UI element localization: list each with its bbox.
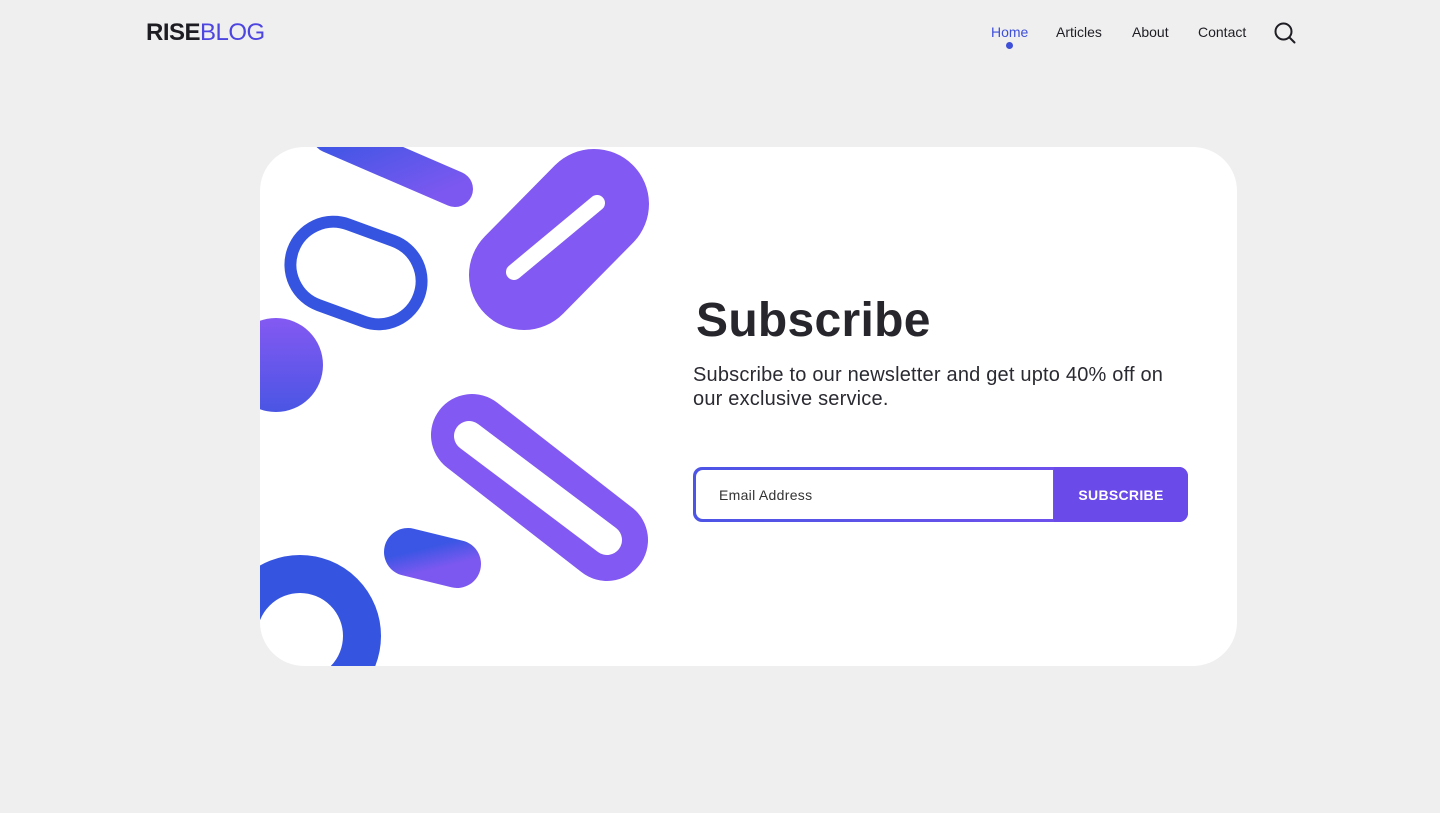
top-pill-shape (316, 147, 473, 207)
subscribe-form: SUBSCRIBE (693, 467, 1188, 522)
bottom-ring-shape (260, 555, 381, 666)
outline-stadium-shape (284, 215, 428, 331)
small-pill-shape (384, 528, 481, 588)
email-field[interactable] (696, 470, 1053, 519)
search-icon (1274, 22, 1296, 44)
nav-item-articles[interactable]: Articles (1056, 23, 1102, 41)
half-circle-shape (260, 318, 323, 412)
main-nav: Home Articles About Contact (0, 23, 1440, 53)
nav-item-home[interactable]: Home (991, 23, 1028, 41)
nav-item-contact[interactable]: Contact (1198, 23, 1246, 41)
subscribe-card: Subscribe Subscribe to our newsletter an… (260, 147, 1237, 666)
nav-active-indicator (1005, 42, 1013, 49)
search-button[interactable] (1272, 20, 1298, 46)
subscribe-button[interactable]: SUBSCRIBE (1054, 467, 1188, 522)
nav-item-about[interactable]: About (1132, 23, 1169, 41)
subscribe-title: Subscribe (696, 294, 931, 347)
decorative-shapes (260, 147, 649, 666)
site-header: RISEBLOG Home Articles About Contact (0, 0, 1440, 66)
subscribe-description: Subscribe to our newsletter and get upto… (693, 364, 1164, 410)
